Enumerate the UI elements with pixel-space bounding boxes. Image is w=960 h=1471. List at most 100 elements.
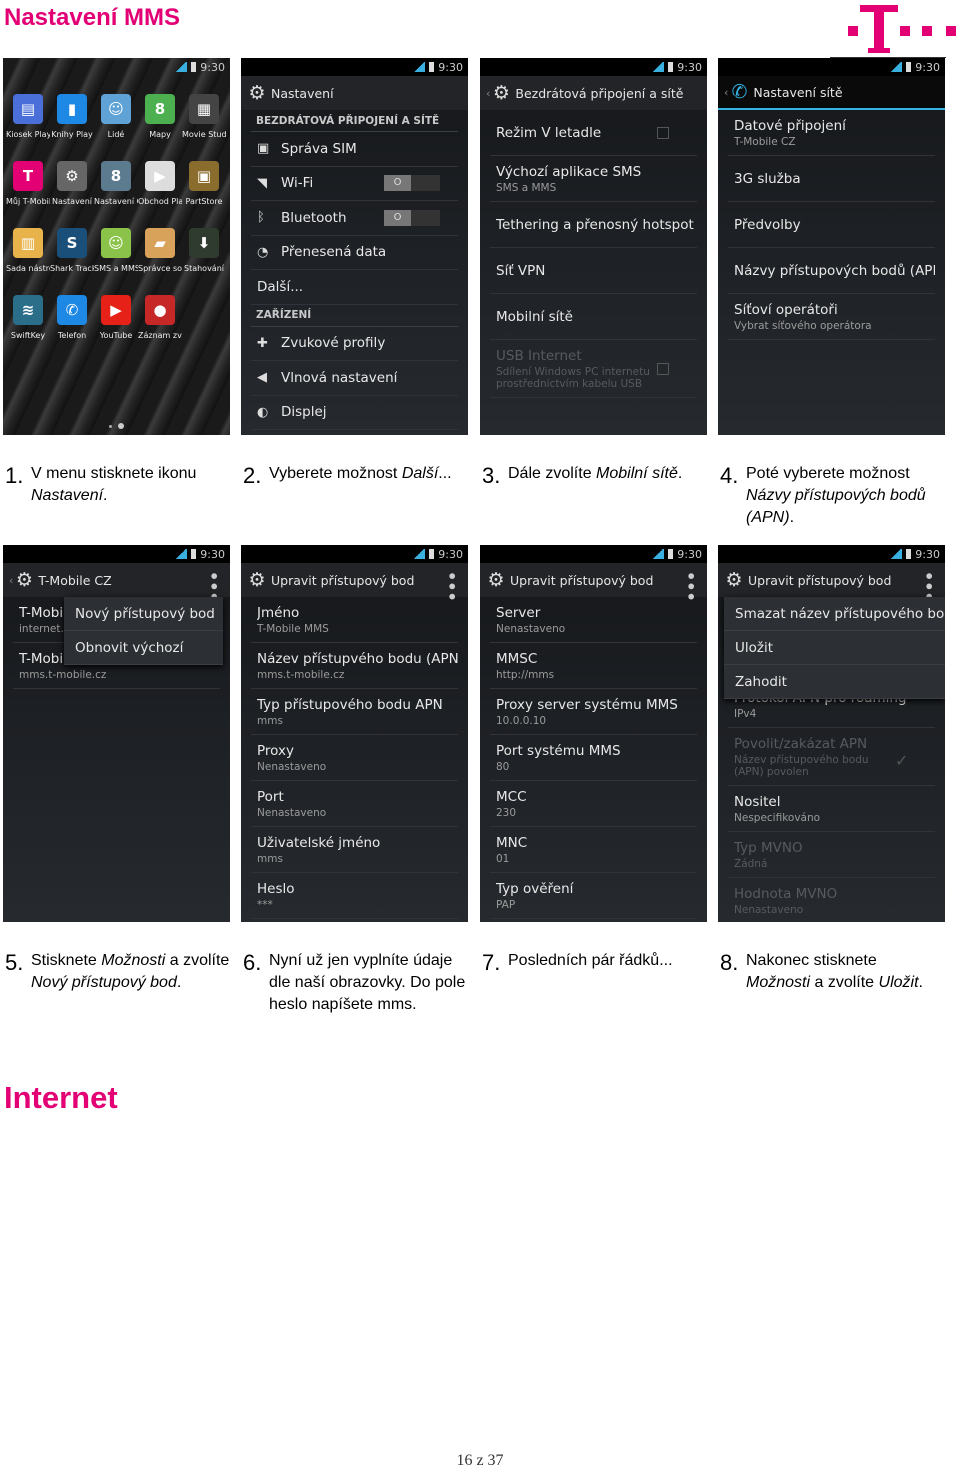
options-menu: Smazat název přístupového bodu Uložit Zaho… [724,597,945,699]
checkbox-checked[interactable]: ✓ [895,751,908,770]
item-summary: mms [257,852,283,865]
list-item[interactable]: Proxy server systému MMS 10.0.0.10 [490,689,697,735]
list-item[interactable]: ◥ Wi-Fi O [251,167,458,201]
toggle-switch[interactable]: O [384,175,440,192]
list-item[interactable]: MMSC http://mms [490,643,697,689]
list-item[interactable]: Další... [251,270,458,305]
phone-icon[interactable]: ✆ [729,81,749,103]
gear-icon[interactable]: ⚙ [14,569,34,591]
item-title: Displej [281,404,327,421]
list-item[interactable]: Názvy přístupových bodů (APN) [728,248,935,294]
menu-item[interactable]: Smazat název přístupového bodu [724,597,945,631]
list-item[interactable]: ◀ Vlnová nastavení [251,361,458,396]
gear-icon[interactable]: ⚙ [486,569,506,591]
list-item[interactable]: 3G služba [728,156,935,202]
app-10[interactable]: ▥ Sada nástrojů SIM [6,228,50,273]
gear-icon[interactable]: ⚙ [247,569,267,591]
step-text-part: Nyní už jen vyplníte údaje dle naší obra… [269,952,466,1013]
item-title: Hodnota MVNO [734,885,838,902]
app-18[interactable]: ● Záznam zvuku [138,295,182,340]
back-icon[interactable]: ‹ [486,87,490,100]
app-16[interactable]: ✆ Telefon [50,295,94,340]
list-item[interactable]: Server Nenastaveno [490,597,697,643]
list-item[interactable]: Nositel Nespecifikováno [728,786,935,832]
list-item[interactable]: Port Nenastaveno [251,781,458,827]
list-item[interactable]: MNC 01 [490,827,697,873]
item-title: Předvolby [734,216,801,233]
list-item[interactable]: ✚ Zvukové profily [251,327,458,361]
list-item[interactable]: ᛒ Bluetooth O [251,201,458,236]
menu-item[interactable]: Nový přístupový bod [64,597,223,631]
list-item[interactable]: Typ přístupového bodu APN mms [251,689,458,735]
step-text: Nyní už jen vyplníte údaje dle naší obra… [269,950,468,1016]
status-time: 9:30 [438,547,463,561]
list-item[interactable]: Datové připojení T-Mobile CZ [728,110,935,156]
list-item[interactable]: MCC 230 [490,781,697,827]
list-item[interactable]: Předvolby [728,202,935,248]
list-item[interactable]: Síťoví operátoři Vybrat síťového operátor… [728,294,935,340]
menu-item[interactable]: Uložit [724,631,945,665]
app-15[interactable]: ≋ SwiftKey [6,295,50,340]
signal-icon [890,62,903,72]
menu-item[interactable]: Zahodit [724,665,945,699]
step-number: 5. [5,950,24,975]
gear-icon[interactable]: ⚙ [724,569,744,591]
action-bar: ⚙ Nastavení [241,76,468,110]
item-summary: http://mms [496,668,555,681]
gear-icon[interactable]: ⚙ [491,82,511,104]
checkbox[interactable] [657,362,669,375]
item-title: Správa SIM [281,140,357,157]
app-4[interactable]: ▦ Movie Studio [182,94,226,139]
list-item[interactable]: Jméno T-Mobile MMS [251,597,458,643]
app-7[interactable]: 8 Nastavení Google [94,161,138,206]
bluetooth-icon: ᛒ [257,210,265,226]
step-text-part: a zvolíte [810,974,879,991]
app-8[interactable]: ▶ Obchod Play [138,161,182,206]
app-5[interactable]: T Můj T-Mobile [6,161,50,206]
checkbox[interactable] [657,126,669,139]
app-0[interactable]: ▤ Kiosek Play [6,94,50,139]
app-17[interactable]: ▶ YouTube [94,295,138,340]
item-summary: 10.0.0.10 [496,714,547,727]
item-title: Nositel [734,793,781,810]
app-3[interactable]: 8 Mapy [138,94,182,139]
list-item[interactable]: Proxy Nenastaveno [251,735,458,781]
list-item[interactable]: Název přístupvého bodu (APN) mms.t-mobile… [251,643,458,689]
item-summary: Nenastaveno [734,903,804,916]
app-label: Kiosek Play [6,130,50,139]
list-item[interactable]: ◐ Displej [251,396,458,430]
list-item[interactable]: Síť VPN [490,248,697,294]
app-label: Telefon [57,331,87,340]
list-item[interactable]: Mobilní sítě [490,294,697,340]
list-item[interactable]: Výchozí aplikace SMS SMS a MMS [490,156,697,202]
app-14[interactable]: ⬇ Stahování [182,228,226,273]
app-11[interactable]: S Shark Tracker [50,228,94,273]
app-9[interactable]: ▣ PartStore [182,161,226,206]
app-13[interactable]: ▰ Správce souborů [138,228,182,273]
list-item[interactable]: ◔ Přenesená data [251,236,458,270]
app-12[interactable]: ☺ SMS a MMS [94,228,138,273]
list-item[interactable]: ▣ Správa SIM [251,132,458,167]
list-item[interactable]: Port systému MMS 80 [490,735,697,781]
app-1[interactable]: ▮ Knihy Play [50,94,94,139]
app-2[interactable]: ☺ Lidé [94,94,138,139]
options-menu: Nový přístupový bod Obnovit výchozí [64,597,223,665]
list-item[interactable]: Režim V letadle [490,110,697,156]
list-item[interactable]: Uživatelské jméno mms [251,827,458,873]
list-item[interactable]: Tethering a přenosný hotspot [490,202,697,248]
app-icon: ● [145,295,175,325]
step-number: 2. [243,463,262,488]
item-summary: IPv4 [734,707,757,720]
back-icon[interactable]: ‹ [9,574,13,587]
back-icon[interactable]: ‹ [724,86,728,99]
menu-item[interactable]: Obnovit výchozí [64,631,223,665]
gear-icon[interactable]: ⚙ [247,82,267,104]
app-6[interactable]: ⚙ Nastavení [50,161,94,206]
item-title: Port systému MMS [496,742,621,759]
item-summary: mms [257,714,283,727]
list-item[interactable]: Typ ověření PAP [490,873,697,919]
app-label: Movie Studio [182,130,226,139]
toggle-switch[interactable]: O [384,209,440,226]
signal-icon [175,549,188,559]
list-item[interactable]: Heslo *** [251,873,458,919]
